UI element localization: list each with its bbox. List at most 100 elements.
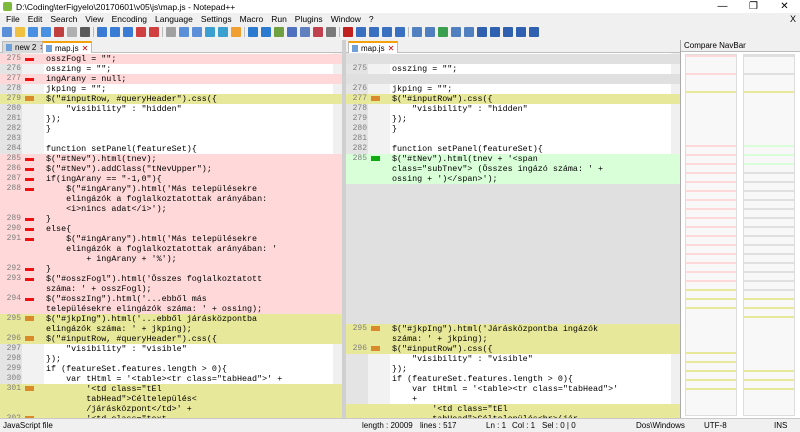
- editor-line[interactable]: 292}: [0, 264, 342, 274]
- menu-plugins[interactable]: Plugins: [291, 13, 327, 25]
- compare-map-right[interactable]: [743, 54, 795, 416]
- editor-line[interactable]: [346, 54, 680, 64]
- save-icon[interactable]: [28, 27, 38, 37]
- tab-map-js-left[interactable]: map.js ✕: [42, 41, 93, 53]
- editor-line[interactable]: száma: ' + osszFogl);: [0, 284, 342, 294]
- editor-line[interactable]: [346, 204, 680, 214]
- minimize-button[interactable]: —: [707, 0, 738, 13]
- editor-line[interactable]: 298});: [0, 354, 342, 364]
- replace-icon[interactable]: [179, 27, 189, 37]
- redo-icon[interactable]: [149, 27, 159, 37]
- editor-line[interactable]: 301 '<td class="tEl: [0, 384, 342, 394]
- play-icon[interactable]: [369, 27, 379, 37]
- editor-line[interactable]: [346, 314, 680, 324]
- editor-line[interactable]: 284 function setPanel(featureSet){: [0, 144, 342, 154]
- editor-line[interactable]: + ingArany + '%');: [0, 254, 342, 264]
- editor-line[interactable]: 294 $("#osszIng").html('...ebből más: [0, 294, 342, 304]
- editor-line[interactable]: elingázók a foglalkoztatottak arányában:: [0, 194, 342, 204]
- editor-line[interactable]: 279 $("#inputRow, #queryHeader").css({: [0, 94, 342, 104]
- editor-line[interactable]: [346, 194, 680, 204]
- editor-line[interactable]: [346, 304, 680, 314]
- sync-h-icon[interactable]: [231, 27, 241, 37]
- editor-line[interactable]: class="subTnev"> (Összes ingázó száma: '…: [346, 164, 680, 174]
- tab-map-js-right[interactable]: map.js ✕: [348, 41, 399, 53]
- menu-view[interactable]: View: [81, 13, 107, 25]
- doc-map-icon[interactable]: [300, 27, 310, 37]
- editor-line[interactable]: 276 jkping = "";: [346, 84, 680, 94]
- editor-line[interactable]: [346, 254, 680, 264]
- editor-line[interactable]: 278 "visibility" : "hidden": [346, 104, 680, 114]
- close-icon[interactable]: [54, 27, 64, 37]
- editor-line[interactable]: 286 $("#tNev").addClass("tNevUpper");: [0, 164, 342, 174]
- editor-line[interactable]: '<td class="tEl: [346, 404, 680, 414]
- nav-down-icon[interactable]: [516, 27, 526, 37]
- compare-last-icon[interactable]: [425, 27, 435, 37]
- editor-line[interactable]: [346, 184, 680, 194]
- options-icon[interactable]: [529, 27, 539, 37]
- cut-icon[interactable]: [97, 27, 107, 37]
- editor-line[interactable]: 285 $("#tNev").html(tnev);: [0, 154, 342, 164]
- editor-line[interactable]: 278 jkping = "";: [0, 84, 342, 94]
- editor-line[interactable]: if (featureSet.features.length > 0){: [346, 374, 680, 384]
- editor-line[interactable]: 281: [346, 134, 680, 144]
- editor-line[interactable]: 277 ingArany = null;: [0, 74, 342, 84]
- editor-line[interactable]: 275 osszing = "";: [346, 64, 680, 74]
- editor-line[interactable]: tabHead">Céltelepülés<: [0, 394, 342, 404]
- first-diff-icon[interactable]: [477, 27, 487, 37]
- editor-line[interactable]: [346, 214, 680, 224]
- editor-line[interactable]: [346, 274, 680, 284]
- save-macro-icon[interactable]: [395, 27, 405, 37]
- editor-line[interactable]: [346, 294, 680, 304]
- editor-line[interactable]: ossing + ')</span>');: [346, 174, 680, 184]
- editor-line[interactable]: /járásközpont</td>' +: [0, 404, 342, 414]
- editor-line[interactable]: 288 $("#ingArany").html('Más települések…: [0, 184, 342, 194]
- compare-icon[interactable]: [412, 27, 422, 37]
- close-tab-icon[interactable]: ✕: [82, 44, 89, 53]
- editor-line[interactable]: 289}: [0, 214, 342, 224]
- close-tab-icon[interactable]: ✕: [388, 44, 395, 53]
- editor-line[interactable]: száma: ' + jkping);: [346, 334, 680, 344]
- sync-v-icon[interactable]: [218, 27, 228, 37]
- editor-line[interactable]: [346, 284, 680, 294]
- paste-icon[interactable]: [123, 27, 133, 37]
- editor-line[interactable]: 276 osszing = "";: [0, 64, 342, 74]
- last-diff-icon[interactable]: [490, 27, 500, 37]
- menu-macro[interactable]: Macro: [236, 13, 268, 25]
- compare-clear-icon[interactable]: [438, 27, 448, 37]
- editor-line[interactable]: [346, 264, 680, 274]
- editor-line[interactable]: elingázók a foglalkoztatottak arányában:…: [0, 244, 342, 254]
- wrap-icon[interactable]: [248, 27, 258, 37]
- prev-diff-icon[interactable]: [451, 27, 461, 37]
- editor-line[interactable]: 279});: [346, 114, 680, 124]
- editor-line[interactable]: 291 $("#ingArany").html('Más települések…: [0, 234, 342, 244]
- menu-search[interactable]: Search: [46, 13, 81, 25]
- editor-line[interactable]: "visibility" : "visible": [346, 354, 680, 364]
- menu-edit[interactable]: Edit: [24, 13, 47, 25]
- print-icon[interactable]: [80, 27, 90, 37]
- next-diff-icon[interactable]: [464, 27, 474, 37]
- editor-line[interactable]: 297 "visibility" : "visible": [0, 344, 342, 354]
- menu-file[interactable]: File: [2, 13, 24, 25]
- editor-line[interactable]: [346, 234, 680, 244]
- menu-run[interactable]: Run: [267, 13, 291, 25]
- save-all-icon[interactable]: [41, 27, 51, 37]
- editor-line[interactable]: 287 if(ingArany == "-1,0"){: [0, 174, 342, 184]
- right-editor[interactable]: 275 osszing = ""; 276 jkping = ""; 277 $("#in…: [346, 53, 680, 418]
- editor-line[interactable]: 277 $("#inputRow").css({: [346, 94, 680, 104]
- menu-help[interactable]: ?: [365, 13, 378, 25]
- editor-line[interactable]: 296 $("#inputRow, #queryHeader").css({: [0, 334, 342, 344]
- menu-language[interactable]: Language: [151, 13, 197, 25]
- editor-line[interactable]: 281});: [0, 114, 342, 124]
- editor-line[interactable]: [346, 74, 680, 84]
- editor-line[interactable]: 293 $("#osszFogl").html('Összes foglalkoz…: [0, 274, 342, 284]
- undo-icon[interactable]: [136, 27, 146, 37]
- zoom-out-icon[interactable]: [205, 27, 215, 37]
- menu-encoding[interactable]: Encoding: [108, 13, 151, 25]
- play-multi-icon[interactable]: [382, 27, 392, 37]
- editor-line[interactable]: [346, 224, 680, 234]
- new-file-icon[interactable]: [2, 27, 12, 37]
- open-file-icon[interactable]: [15, 27, 25, 37]
- menu-window[interactable]: Window: [327, 13, 365, 25]
- nav-up-icon[interactable]: [503, 27, 513, 37]
- menu-settings[interactable]: Settings: [197, 13, 236, 25]
